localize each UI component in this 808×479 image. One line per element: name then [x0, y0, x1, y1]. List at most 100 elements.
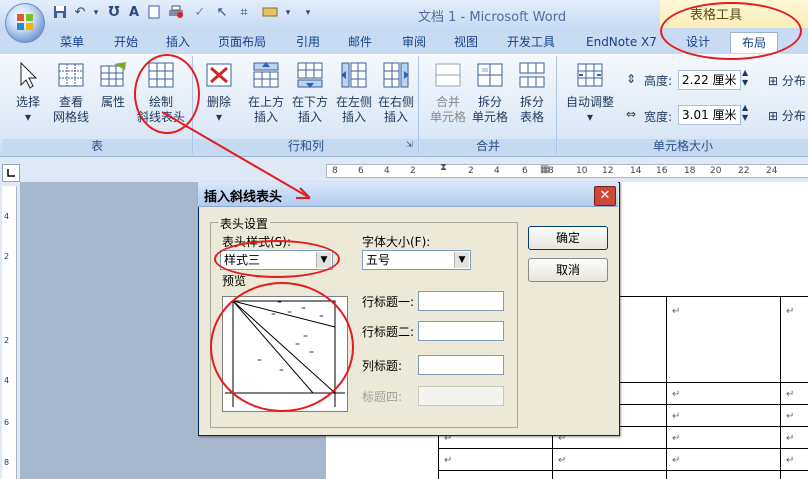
- ok-button[interactable]: 确定: [528, 226, 608, 250]
- split-table-button[interactable]: 拆分 表格: [510, 60, 554, 125]
- ruler-tick: 14: [630, 166, 642, 176]
- ruler-tick: 4: [384, 166, 390, 176]
- insert-right-icon: [383, 62, 409, 88]
- view-gridlines-button[interactable]: 查看 网格线: [50, 60, 92, 125]
- select-button[interactable]: 选择 ▾: [8, 60, 48, 125]
- font-a-icon[interactable]: A: [126, 5, 142, 21]
- insert-left-l1: 在左侧: [335, 95, 372, 109]
- row-title1-input[interactable]: [418, 291, 504, 311]
- window-title: 文档 1 - Microsoft Word: [418, 10, 567, 25]
- vertical-ruler: 4 2 2 4 6 8: [2, 186, 17, 479]
- ruler-tick: 10: [576, 166, 588, 176]
- print-icon[interactable]: [168, 5, 184, 21]
- ruler-tick: 12: [602, 166, 614, 176]
- table-border: [438, 470, 808, 471]
- cell-end-mark: ↵: [672, 306, 681, 317]
- delete-table-icon: [206, 63, 232, 87]
- cell-end-mark: ↵: [786, 306, 795, 317]
- ruler-tick: 20: [710, 166, 722, 176]
- insert-below-l1: 在下方: [291, 95, 328, 109]
- office-button[interactable]: [5, 3, 45, 43]
- row-height-input[interactable]: 2.22 厘米: [678, 70, 741, 90]
- column-width-spinner-icon[interactable]: ▲ ▼: [742, 103, 748, 123]
- cell-end-mark: ↵: [672, 411, 681, 422]
- autofit-icon: [577, 63, 603, 87]
- tool-icon[interactable]: ⌗: [236, 5, 252, 21]
- ruler-tick: 6: [358, 166, 364, 176]
- ruler-tick: 8: [332, 166, 338, 176]
- autofit-dropdown: ▾: [586, 110, 594, 124]
- autofit-button[interactable]: 自动调整 ▾: [564, 60, 616, 125]
- distribute-columns-button[interactable]: ⊞ 分布: [768, 107, 806, 124]
- tab-references[interactable]: 引用: [292, 32, 324, 52]
- chevron-down-icon[interactable]: ▼: [454, 252, 469, 268]
- height-label: 高度:: [644, 74, 673, 88]
- split-cells-l2: 单元格: [471, 110, 508, 124]
- insert-right-l2: 插入: [383, 110, 408, 124]
- save-icon[interactable]: [52, 5, 68, 21]
- annotation-arrow-icon: [161, 111, 311, 199]
- undo-icon[interactable]: ↶: [72, 5, 88, 21]
- title4-input: [418, 386, 504, 406]
- merge-cells-button[interactable]: 合并 单元格: [426, 60, 470, 125]
- width-label: 宽度:: [644, 110, 673, 124]
- undo-dropdown-icon[interactable]: ▾: [88, 5, 104, 21]
- delete-label: 删除: [206, 95, 231, 109]
- cancel-button[interactable]: 取消: [528, 258, 608, 282]
- distribute-rows-button[interactable]: ⊞ 分布: [768, 72, 806, 89]
- row-height-spinner-icon[interactable]: ▲ ▼: [742, 68, 748, 88]
- column-width-input[interactable]: 3.01 厘米: [678, 105, 741, 125]
- font-size-select[interactable]: 五号 ▼: [362, 250, 471, 270]
- more-icon[interactable]: ▾: [300, 5, 316, 21]
- vruler-tick: 6: [4, 418, 10, 427]
- group-dialog-launcher-icon[interactable]: ⇲: [406, 140, 413, 149]
- tab-menu[interactable]: 菜单: [56, 32, 88, 52]
- format-icon[interactable]: [262, 5, 278, 21]
- page-icon[interactable]: [146, 5, 162, 21]
- gridlines-icon: [58, 63, 84, 87]
- tab-view[interactable]: 视图: [450, 32, 482, 52]
- distribute-columns-label: 分布: [781, 109, 806, 123]
- check-icon[interactable]: ✓: [192, 5, 208, 21]
- cell-end-mark: ↵: [786, 389, 795, 400]
- tab-home[interactable]: 开始: [110, 32, 142, 52]
- row-title2-label: 行标题二:: [362, 325, 415, 339]
- customize-dropdown-icon[interactable]: ▾: [280, 5, 296, 21]
- annotation-ellipse-layout-tab: [660, 2, 802, 60]
- column-title-input[interactable]: [418, 355, 504, 375]
- ruler-tick: 2: [468, 166, 474, 176]
- split-cells-button[interactable]: 拆分 单元格: [468, 60, 512, 125]
- tab-page-layout[interactable]: 页面布局: [214, 32, 270, 52]
- insert-left-l2: 插入: [341, 110, 366, 124]
- indent-marker-icon[interactable]: ⧗: [440, 162, 447, 173]
- annotation-ellipse-preview: [210, 282, 354, 412]
- tab-stop-icon: [7, 169, 15, 177]
- properties-button[interactable]: 属性: [94, 60, 132, 110]
- view-gridlines-l2: 网格线: [52, 110, 89, 124]
- header-settings-legend: 表头设置: [218, 215, 271, 232]
- ruler-tick: 6: [522, 166, 528, 176]
- office-logo-icon: [17, 14, 33, 30]
- tab-endnote[interactable]: EndNote X7: [582, 32, 661, 52]
- tab-review[interactable]: 审阅: [398, 32, 430, 52]
- merge-cells-icon: [435, 63, 461, 87]
- column-marker-icon[interactable]: ▦: [540, 164, 549, 175]
- cursor-select-icon[interactable]: ↖: [214, 5, 230, 21]
- tab-insert[interactable]: 插入: [162, 32, 194, 52]
- row-title2-input[interactable]: [418, 321, 504, 341]
- redo-icon[interactable]: Ʊ: [106, 5, 122, 21]
- insert-below-icon: [297, 62, 323, 88]
- vruler-tick: 2: [4, 252, 10, 261]
- insert-left-button[interactable]: 在左侧 插入: [332, 60, 376, 125]
- table-properties-icon: [100, 62, 126, 87]
- insert-right-l1: 在右侧: [377, 95, 414, 109]
- cell-end-mark: ↵: [672, 389, 681, 400]
- dialog-close-button[interactable]: ✕: [594, 186, 616, 206]
- insert-right-button[interactable]: 在右侧 插入: [374, 60, 418, 125]
- split-table-l1: 拆分: [519, 95, 544, 109]
- tab-mailings[interactable]: 邮件: [344, 32, 376, 52]
- tab-developer[interactable]: 开发工具: [503, 32, 559, 52]
- tab-selector-button[interactable]: [2, 164, 20, 182]
- split-cells-l1: 拆分: [477, 95, 502, 109]
- ruler-tick: 24: [766, 166, 778, 176]
